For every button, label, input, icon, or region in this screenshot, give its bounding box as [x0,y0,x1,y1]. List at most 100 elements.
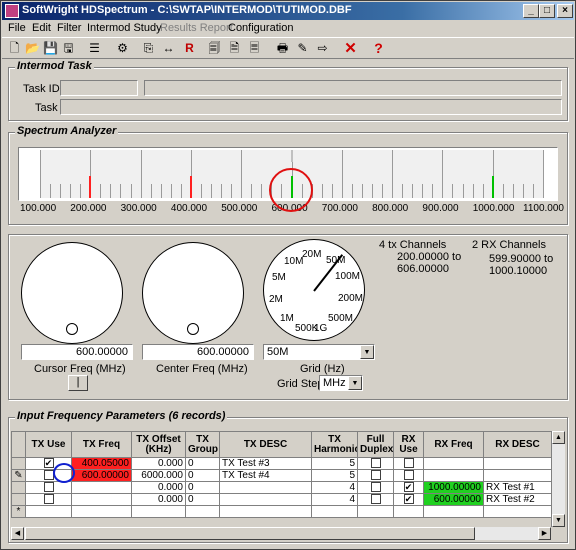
tx-harmonic-cell[interactable] [311,505,358,518]
col-tx-desc[interactable]: TX DESC [219,431,312,458]
open-icon[interactable]: 📂 [24,40,41,57]
save-icon[interactable]: 💾 [42,40,59,57]
rx-use-checkbox[interactable]: ✔ [403,494,414,505]
full-duplex-checkbox[interactable] [370,470,381,481]
tx-offset-cell[interactable]: 0.000 [131,493,186,506]
tx-harmonic-cell[interactable]: 4 [311,493,358,506]
tx-group-cell[interactable]: 0 [185,481,220,494]
rx-use-cell[interactable] [393,469,424,482]
table-row[interactable]: 0.000 0 4 ✔ 1000.00000 RX Test #1 [11,481,552,494]
row-selector[interactable]: ✎ [11,469,26,482]
menu-intermod-study[interactable]: Intermod Study [87,22,162,34]
tx-use-checkbox[interactable] [43,470,54,481]
rx-use-checkbox[interactable] [403,470,414,481]
rx-freq-cell[interactable] [423,505,484,518]
tx-use-checkbox[interactable] [43,494,54,505]
tx-use-checkbox[interactable] [43,482,54,493]
rx-desc-cell[interactable]: RX Test #1 [483,481,552,494]
tx-use-checkbox[interactable]: ✔ [43,458,54,469]
rx-use-cell[interactable] [393,505,424,518]
chevron-down-icon[interactable]: ▼ [360,345,374,359]
list-icon[interactable]: ☰ [86,40,103,57]
maximize-button[interactable]: □ [539,4,555,18]
chevron-down-icon[interactable]: ▼ [348,376,362,390]
col-rx-use[interactable]: RX Use [393,431,424,458]
export-icon[interactable]: ⇨ [314,40,331,57]
print-preview-icon[interactable]: 🗐 [206,40,223,57]
col-tx-offset[interactable]: TX Offset (KHz) [131,431,186,458]
row-selector[interactable] [11,481,26,494]
col-tx-use[interactable]: TX Use [25,431,72,458]
disk-icon[interactable]: 🖫 [60,40,77,57]
tx-offset-cell[interactable]: 0.000 [131,457,186,470]
tx-offset-cell[interactable]: 0.000 [131,481,186,494]
col-full-duplex[interactable]: Full Duplex [357,431,394,458]
rx-desc-cell[interactable]: RX Test #2 [483,493,552,506]
tx-freq-cell[interactable] [71,481,132,494]
menu-results-report[interactable]: Results Report [160,22,233,34]
table-row[interactable]: ✔ 400.05000 0.000 0 TX Test #3 5 [11,457,552,470]
col-tx-harmonic[interactable]: TX Harmonic [311,431,358,458]
tx-freq-cell[interactable]: 400.05000 [71,457,132,470]
full-duplex-checkbox[interactable] [370,482,381,493]
full-duplex-cell[interactable] [357,505,394,518]
tx-use-cell[interactable] [25,505,72,518]
rx-freq-cell[interactable] [423,457,484,470]
row-selector[interactable] [11,493,26,506]
full-duplex-cell[interactable] [357,457,394,470]
scroll-thumb[interactable] [25,527,475,540]
scroll-left-icon[interactable]: ◀ [11,527,24,540]
rx-use-cell[interactable]: ✔ [393,493,424,506]
table-row[interactable]: 0.000 0 4 ✔ 600.00000 RX Test #2 [11,493,552,506]
tx-harmonic-cell[interactable]: 4 [311,481,358,494]
tx-group-cell[interactable] [185,505,220,518]
rx-freq-cell[interactable]: 1000.00000 [423,481,484,494]
tx-desc-cell[interactable] [219,481,312,494]
tx-offset-cell[interactable]: 6000.000 [131,469,186,482]
page-arrow-icon[interactable]: ⎘ [140,40,157,57]
col-tx-group[interactable]: TX Group [185,431,220,458]
printer-icon[interactable]: 🖶 [274,40,291,57]
task-id-description-field[interactable] [144,80,562,96]
rx-desc-cell[interactable] [483,505,552,518]
menu-file[interactable]: File [8,22,26,34]
gear-icon[interactable]: ⚙ [114,40,131,57]
help-icon[interactable]: ? [370,40,387,57]
cursor-freq-field[interactable]: 600.00000 [21,344,133,360]
center-freq-knob[interactable] [142,242,244,344]
menu-edit[interactable]: Edit [32,22,51,34]
tx-freq-cell[interactable]: 600.00000 [71,469,132,482]
close-x-icon[interactable]: ✕ [342,40,359,57]
scroll-right-icon[interactable]: ▶ [538,527,551,540]
tx-desc-cell[interactable]: TX Test #4 [219,469,312,482]
minimize-button[interactable]: _ [523,4,539,18]
table-row[interactable]: * [11,505,552,518]
tx-desc-cell[interactable] [219,505,312,518]
tx-freq-cell[interactable] [71,493,132,506]
task-field[interactable] [60,99,562,115]
width-arrow-icon[interactable]: ↔ [160,40,177,57]
doc-icon[interactable]: 🗎 [226,40,243,57]
rx-desc-cell[interactable] [483,469,552,482]
doc2-icon[interactable]: 🗏 [246,40,263,57]
rx-use-checkbox[interactable] [403,458,414,469]
rx-use-cell[interactable]: ✔ [393,481,424,494]
cursor-freq-knob[interactable] [21,242,123,344]
full-duplex-checkbox[interactable] [370,494,381,505]
tx-group-cell[interactable]: 0 [185,469,220,482]
tx-offset-cell[interactable] [131,505,186,518]
tx-use-cell[interactable] [25,481,72,494]
rx-use-checkbox[interactable]: ✔ [403,482,414,493]
tx-harmonic-cell[interactable]: 5 [311,457,358,470]
tx-group-cell[interactable]: 0 [185,457,220,470]
tx-harmonic-cell[interactable]: 5 [311,469,358,482]
row-selector[interactable] [11,457,26,470]
tx-desc-cell[interactable]: TX Test #3 [219,457,312,470]
grid-select[interactable]: 50M ▼ [263,344,375,360]
grid-step-select[interactable]: MHz ▼ [319,375,363,391]
close-button[interactable]: × [557,4,573,18]
full-duplex-cell[interactable] [357,469,394,482]
center-freq-field[interactable]: 600.00000 [142,344,254,360]
tx-use-cell[interactable] [25,493,72,506]
vertical-scrollbar[interactable]: ▲ ▼ [551,431,565,527]
